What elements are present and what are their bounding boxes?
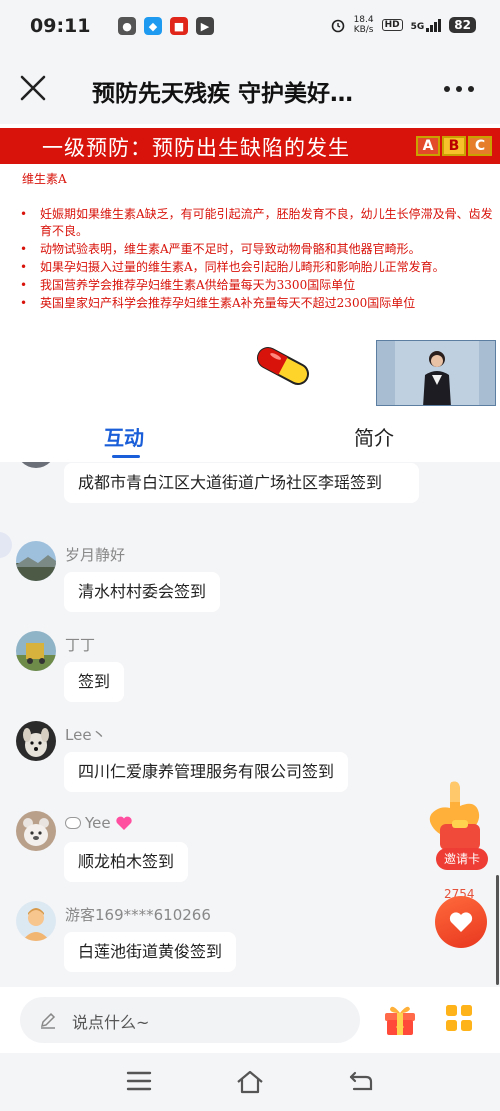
avatar[interactable] — [16, 541, 56, 581]
abc-letter: B — [442, 136, 466, 156]
sheep-emoji-icon — [65, 817, 81, 829]
apps-grid-icon[interactable] — [444, 1003, 474, 1033]
qq-icon: ◆ — [144, 17, 162, 35]
chat-username-row: Yee — [65, 814, 133, 832]
menu-icon[interactable] — [126, 1069, 152, 1093]
slide-title: 一级预防：预防出生缺陷的发生 — [42, 136, 350, 160]
pencil-icon — [40, 1012, 56, 1029]
notification-icons: ● ◆ ■ ▶ — [118, 17, 214, 35]
like-button[interactable] — [435, 896, 487, 948]
status-time: 09:11 — [30, 15, 91, 37]
sign-language-interpreter-inset — [376, 340, 496, 406]
chat-message-bubble: 白莲池街道黄俊签到 — [64, 932, 237, 972]
avatar[interactable] — [16, 721, 56, 761]
avatar[interactable] — [16, 901, 56, 941]
slide-bullet: 动物试验表明，维生素A严重不足时，可导致动物骨骼和其他器官畸形。 — [18, 241, 498, 258]
status-bar: 09:11 ● ◆ ■ ▶ 18.4 KB/s HD 5G 82 — [0, 0, 500, 56]
interpreter-figure — [377, 341, 495, 405]
slide-header: 一级预防：预防出生缺陷的发生 A B C — [0, 128, 500, 164]
avatar-outdoor-image — [16, 631, 56, 671]
slide-bullet: 如果孕妇摄入过量的维生素A，同样也会引起胎儿畸形和影响胎儿正常发育。 — [18, 259, 498, 276]
slide-bullet-list: 妊娠期如果维生素A缺乏，有可能引起流产，胚胎发育不良，幼儿生长停滞及骨、齿发育不… — [18, 206, 498, 313]
home-icon[interactable] — [235, 1069, 265, 1095]
chat-username: 岁月静好 — [65, 546, 126, 564]
hearts-emoji-icon — [115, 816, 132, 830]
more-dot — [456, 86, 462, 92]
status-right: 18.4 KB/s HD 5G 82 — [330, 15, 476, 35]
tab-bar: 互动 简介 — [0, 410, 500, 462]
close-icon[interactable] — [18, 73, 48, 103]
app-notification-icon: ■ — [170, 17, 188, 35]
active-tab-indicator — [112, 455, 140, 458]
tab-interact[interactable]: 互动 — [104, 422, 144, 451]
slide-bullet: 我国营养学会推荐孕妇维生素A供给量每天为3300国际单位 — [18, 277, 498, 294]
more-dot — [444, 86, 450, 92]
capsule-pill-icon — [256, 347, 310, 385]
alarm-icon — [331, 19, 344, 33]
avatar-dog-image — [16, 721, 56, 761]
invite-card-label[interactable]: 邀请卡 — [436, 848, 488, 870]
gift-icon[interactable] — [382, 1001, 418, 1037]
slide-bullet: 英国皇家妇产科学会推荐孕妇维生素A补充量每天不超过2300国际单位 — [18, 295, 498, 312]
more-options-button[interactable] — [444, 86, 474, 92]
slide-bullet: 妊娠期如果维生素A缺乏，有可能引起流产，胚胎发育不良，幼儿生长停滞及骨、齿发育不… — [18, 206, 498, 240]
avatar-guest-default-image — [16, 901, 56, 941]
chat-username: Lee丶 — [65, 726, 107, 744]
more-dot — [468, 86, 474, 92]
abc-letter: A — [416, 136, 440, 156]
back-icon[interactable] — [348, 1069, 374, 1093]
composer-bar: 说点什么~ — [0, 987, 500, 1053]
avatar-landscape-image — [16, 541, 56, 581]
chat-username: Yee — [85, 814, 111, 832]
chat-message-bubble: 顺龙柏木签到 — [64, 842, 189, 882]
slide-subtitle: 维生素A — [22, 172, 67, 186]
hd-badge: HD — [381, 19, 403, 31]
network-speed: 18.4 KB/s — [353, 15, 374, 35]
chat-username: 丁丁 — [65, 636, 96, 654]
chat-message-bubble: 四川仁爱康养管理服务有限公司签到 — [64, 752, 349, 792]
chat-message-bubble: 清水村村委会签到 — [64, 572, 221, 612]
avatar[interactable] — [16, 811, 56, 851]
hand-gesture-icon — [429, 781, 480, 850]
chat-feed[interactable]: 成都市青白江区大道街道广场社区李瑶签到 岁月静好 清水村村委会签到 丁丁 签到 — [0, 462, 500, 987]
avatar[interactable] — [16, 631, 56, 671]
live-video-player[interactable]: 一级预防：预防出生缺陷的发生 A B C 维生素A 妊娠期如果维生素A缺乏，有可… — [0, 124, 500, 410]
abc-letter: C — [468, 136, 492, 156]
comment-placeholder: 说点什么~ — [72, 1013, 150, 1032]
chat-username: 游客169****610266 — [65, 906, 211, 924]
wechat-icon: ● — [118, 17, 136, 35]
system-nav-bar — [0, 1053, 500, 1111]
avatar[interactable] — [16, 462, 56, 468]
top-bar: 预防先天残疾 守护美好… — [0, 56, 500, 124]
heart-icon — [449, 912, 473, 932]
chat-scrollbar[interactable] — [496, 875, 499, 985]
tab-intro[interactable]: 简介 — [354, 422, 394, 451]
battery-indicator: 82 — [449, 17, 476, 33]
abc-logo: A B C — [416, 136, 492, 156]
video-app-icon: ▶ — [196, 17, 214, 35]
avatar-bear-image — [16, 811, 56, 851]
page-title: 预防先天残疾 守护美好… — [92, 81, 354, 107]
chat-message-bubble: 成都市青白江区大道街道广场社区李瑶签到 — [64, 463, 419, 503]
signal-icon: 5G — [411, 18, 442, 32]
comment-input[interactable]: 说点什么~ — [20, 997, 360, 1043]
chat-message-bubble: 签到 — [64, 662, 125, 702]
